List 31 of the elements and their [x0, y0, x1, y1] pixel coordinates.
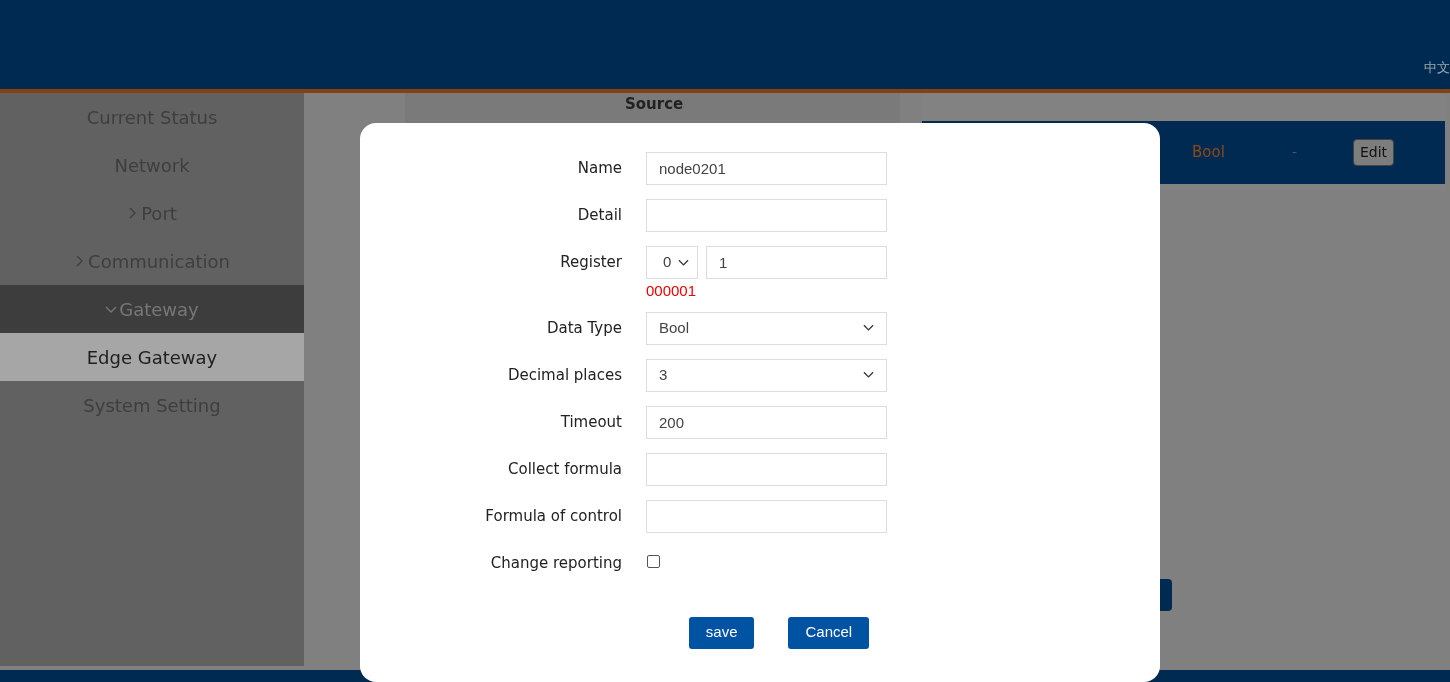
caret-icon	[678, 258, 689, 267]
input-field[interactable]	[646, 499, 887, 533]
edit-button[interactable]: Edit	[1353, 139, 1395, 166]
input-field[interactable]: 200	[646, 405, 887, 439]
table-cell-text: Bool	[1192, 142, 1225, 164]
save-button[interactable]: save	[688, 616, 755, 649]
field-label: Data Type	[545, 317, 622, 339]
field-label: Formula of control	[484, 505, 622, 527]
field-label: Detail	[576, 205, 622, 227]
input-field[interactable]	[646, 199, 887, 232]
select-field[interactable]: Bool	[646, 311, 887, 345]
input-field[interactable]	[646, 452, 887, 486]
caret-icon	[863, 371, 874, 379]
input-field[interactable]: node0201	[646, 152, 887, 185]
field-label: Timeout	[559, 411, 622, 433]
sidebar-item[interactable]: Edge Gateway	[0, 333, 304, 381]
input-field[interactable]: 1	[706, 246, 887, 279]
register-address: 000001	[646, 281, 697, 301]
select-field[interactable]: 0	[646, 246, 698, 279]
select-field[interactable]: 3	[646, 358, 887, 392]
checkbox[interactable]	[647, 555, 660, 568]
table-cell-text: -	[1292, 143, 1298, 162]
field-label: Name	[576, 158, 622, 180]
column-header: Source	[625, 94, 684, 115]
field-label: Register	[559, 252, 622, 274]
field-label: Collect formula	[507, 458, 622, 480]
caret-icon	[863, 324, 874, 332]
field-label: Change reporting	[489, 552, 622, 574]
cancel-button[interactable]: Cancel	[788, 616, 870, 649]
language-link[interactable]: 中文	[1424, 58, 1450, 78]
field-label: Decimal places	[506, 364, 622, 386]
